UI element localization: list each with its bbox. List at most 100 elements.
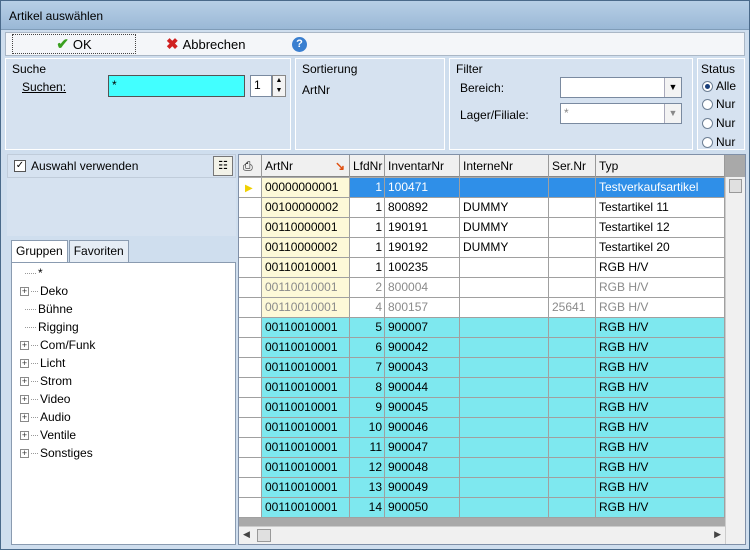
cell-typ: Testverkaufsartikel (596, 178, 725, 198)
table-row[interactable]: 00110010001 14 900050 RGB H/V (239, 498, 725, 518)
tree-node[interactable]: + Deko (12, 282, 68, 300)
col-header-artnr[interactable]: ArtNr ↘ (262, 155, 350, 177)
status-radio-3[interactable]: Nur (702, 116, 735, 130)
status-radio-2[interactable]: Nur (702, 97, 735, 111)
status-radio-4[interactable]: Nur (702, 135, 735, 149)
cell-inventar: 800157 (385, 298, 460, 318)
expand-icon[interactable]: + (20, 376, 29, 386)
tree-node[interactable]: Rigging (12, 318, 79, 336)
tree-node[interactable]: + Audio (12, 408, 71, 426)
tree-node[interactable]: * (12, 264, 43, 282)
row-indicator[interactable] (239, 218, 262, 238)
row-indicator[interactable] (239, 418, 262, 438)
bereich-combo[interactable]: ▼ (560, 77, 682, 98)
row-indicator[interactable] (239, 258, 262, 278)
col-header-sernr[interactable]: Ser.Nr (549, 155, 596, 177)
title-bar[interactable]: Artikel auswählen (1, 1, 749, 30)
row-indicator[interactable] (239, 298, 262, 318)
tree-node[interactable]: + Ventile (12, 426, 76, 444)
table-row[interactable]: 00110010001 11 900047 RGB H/V (239, 438, 725, 458)
cell-typ: Testartikel 20 (596, 238, 725, 258)
row-indicator[interactable] (239, 438, 262, 458)
tree-node[interactable]: Bühne (12, 300, 73, 318)
tab-gruppen[interactable]: Gruppen (11, 240, 68, 263)
cell-typ: RGB H/V (596, 298, 725, 318)
use-selection-checkbox[interactable]: ✓ (14, 160, 26, 172)
row-indicator[interactable] (239, 378, 262, 398)
status-radio-all[interactable]: Alle (702, 79, 736, 93)
left-tabs: Gruppen Favoriten (11, 240, 130, 263)
row-indicator[interactable]: ▶ (239, 178, 262, 198)
row-indicator[interactable] (239, 398, 262, 418)
table-row[interactable]: 00110010001 2 800004 RGB H/V (239, 278, 725, 298)
expand-icon[interactable]: + (20, 448, 29, 458)
chevron-down-icon[interactable]: ▼ (664, 104, 681, 123)
col-header-typ[interactable]: Typ (596, 155, 725, 177)
group-tree[interactable]: * + Deko Bühne Rigging + Com/Funk + Licht +… (11, 262, 236, 545)
tree-node[interactable]: + Video (12, 390, 70, 408)
row-indicator[interactable] (239, 458, 262, 478)
col-header-internenr[interactable]: InterneNr (460, 155, 549, 177)
table-row[interactable]: 00110010001 8 900044 RGB H/V (239, 378, 725, 398)
search-input[interactable]: * (108, 75, 245, 97)
expand-icon[interactable]: + (20, 286, 29, 296)
col-header-lfdnr[interactable]: LfdNr (350, 155, 385, 177)
expand-icon[interactable]: + (20, 358, 29, 368)
table-row[interactable]: 00110010001 10 900046 RGB H/V (239, 418, 725, 438)
sort-group: Sortierung ArtNr (295, 58, 445, 150)
vertical-scrollbar[interactable] (725, 177, 745, 544)
chevron-left-icon[interactable]: ◀ (243, 529, 250, 540)
expand-icon[interactable]: + (20, 412, 29, 422)
cell-lfdnr: 13 (350, 478, 385, 498)
table-row[interactable]: 00110000002 1 190192 DUMMY Testartikel 20 (239, 238, 725, 258)
spin-buttons[interactable]: ▲ ▼ (272, 75, 286, 97)
cell-artnr: 00110010001 (262, 458, 350, 478)
cell-intern: DUMMY (460, 218, 549, 238)
table-row[interactable]: 00110010001 13 900049 RGB H/V (239, 478, 725, 498)
status-group: Status Alle Nur Nur Nur (697, 58, 745, 150)
cell-inventar: 100471 (385, 178, 460, 198)
table-row[interactable]: 00110010001 4 800157 25641 RGB H/V (239, 298, 725, 318)
scroll-thumb[interactable] (729, 179, 742, 193)
table-row[interactable]: 00110010001 7 900043 RGB H/V (239, 358, 725, 378)
table-row[interactable]: 00110010001 6 900042 RGB H/V (239, 338, 725, 358)
col-header-inventarnr[interactable]: InventarNr (385, 155, 460, 177)
row-indicator[interactable] (239, 478, 262, 498)
table-row[interactable]: 00110000001 1 190191 DUMMY Testartikel 12 (239, 218, 725, 238)
h-scroll-thumb[interactable] (257, 529, 271, 542)
expand-icon[interactable]: + (20, 430, 29, 440)
table-row[interactable]: 00100000002 1 800892 DUMMY Testartikel 11 (239, 198, 725, 218)
ok-button[interactable]: ✔ OK (12, 34, 136, 54)
expand-icon[interactable]: + (20, 394, 29, 404)
table-row[interactable]: 00110010001 12 900048 RGB H/V (239, 458, 725, 478)
row-indicator[interactable] (239, 318, 262, 338)
tree-node[interactable]: + Sonstiges (12, 444, 93, 462)
print-icon[interactable]: ⎙ (239, 155, 262, 177)
row-indicator[interactable] (239, 498, 262, 518)
filter-group-title: Filter (456, 62, 483, 76)
cancel-button[interactable]: ✖ Abbrechen (166, 34, 276, 54)
cell-lfdnr: 11 (350, 438, 385, 458)
table-row[interactable]: ▶ 00000000001 1 100471 Testverkaufsartikel (239, 178, 725, 198)
row-indicator[interactable] (239, 278, 262, 298)
row-indicator[interactable] (239, 238, 262, 258)
row-indicator[interactable] (239, 358, 262, 378)
lager-combo[interactable]: * ▼ (560, 103, 682, 124)
tree-node[interactable]: + Licht (12, 354, 65, 372)
tree-node[interactable]: + Strom (12, 372, 72, 390)
search-spin-input[interactable]: 1 (250, 75, 272, 97)
chevron-right-icon[interactable]: ▶ (714, 529, 721, 540)
chevron-down-icon[interactable]: ▼ (664, 78, 681, 97)
help-button[interactable]: ? (292, 34, 312, 54)
row-indicator[interactable] (239, 338, 262, 358)
horizontal-scrollbar[interactable]: ◀ ▶ (239, 526, 725, 544)
row-indicator[interactable] (239, 198, 262, 218)
tree-options-icon[interactable]: ☷ (213, 156, 233, 176)
tab-favoriten[interactable]: Favoriten (68, 240, 129, 262)
tree-node[interactable]: + Com/Funk (12, 336, 95, 354)
cell-lfdnr: 6 (350, 338, 385, 358)
expand-icon[interactable]: + (20, 340, 29, 350)
table-row[interactable]: 00110010001 9 900045 RGB H/V (239, 398, 725, 418)
table-row[interactable]: 00110010001 5 900007 RGB H/V (239, 318, 725, 338)
table-row[interactable]: 00110010001 1 100235 RGB H/V (239, 258, 725, 278)
